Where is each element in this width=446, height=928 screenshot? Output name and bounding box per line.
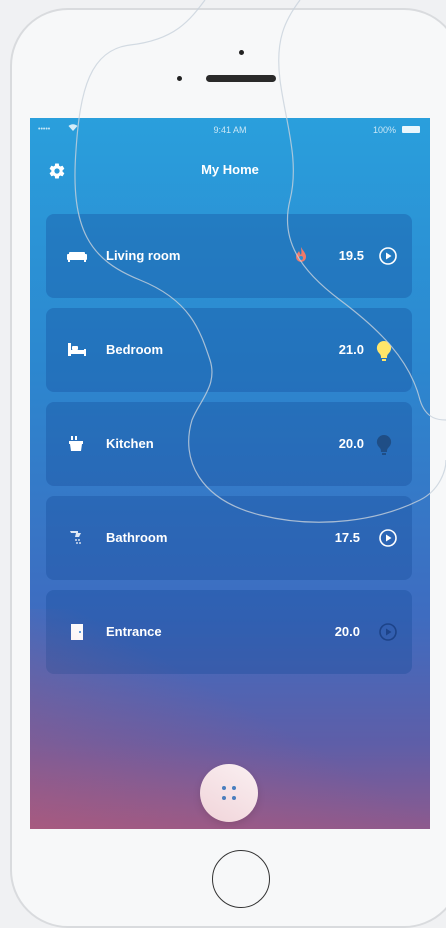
room-name: Living room xyxy=(106,248,181,263)
room-card-entrance[interactable]: Entrance 20.0 xyxy=(46,590,412,674)
room-temperature: 20.0 xyxy=(334,624,360,639)
lightbulb-icon[interactable] xyxy=(376,340,396,361)
earpiece-speaker xyxy=(206,75,276,82)
shower-icon xyxy=(66,528,86,548)
front-camera xyxy=(239,50,244,55)
battery-icon xyxy=(402,126,420,133)
lightbulb-icon[interactable] xyxy=(376,434,396,455)
status-time: 9:41 AM xyxy=(213,125,247,135)
door-icon xyxy=(66,622,86,642)
play-icon[interactable] xyxy=(378,622,398,642)
status-bar: ••••• 9:41 AM 100% xyxy=(30,118,430,140)
menu-dot xyxy=(222,786,226,790)
play-icon[interactable] xyxy=(378,528,398,548)
room-name: Bathroom xyxy=(106,530,168,545)
page-title: My Home xyxy=(201,162,259,177)
room-temperature: 19.5 xyxy=(338,248,364,263)
proximity-sensor xyxy=(177,76,182,81)
sofa-icon xyxy=(66,246,87,266)
menu-dot xyxy=(232,786,236,790)
room-card-kitchen[interactable]: Kitchen 20.0 xyxy=(46,402,412,486)
menu-button[interactable] xyxy=(200,764,258,822)
room-name: Kitchen xyxy=(106,436,154,451)
room-temperature: 21.0 xyxy=(338,342,364,357)
room-card-bedroom[interactable]: Bedroom 21.0 xyxy=(46,308,412,392)
app-screen: ••••• 9:41 AM 100% My Home Living room 1… xyxy=(30,118,430,829)
pot-icon xyxy=(66,434,86,454)
room-temperature: 20.0 xyxy=(338,436,364,451)
flame-icon xyxy=(294,246,314,266)
play-icon[interactable] xyxy=(378,246,398,266)
menu-dot xyxy=(222,796,226,800)
battery-percent: 100% xyxy=(372,125,396,135)
menu-dot xyxy=(232,796,236,800)
room-card-living-room[interactable]: Living room 19.5 xyxy=(46,214,412,298)
room-name: Bedroom xyxy=(106,342,164,357)
room-card-bathroom[interactable]: Bathroom 17.5 xyxy=(46,496,412,580)
room-name: Entrance xyxy=(106,624,162,639)
room-temperature: 17.5 xyxy=(334,530,360,545)
bed-icon xyxy=(66,340,86,360)
home-button[interactable] xyxy=(212,850,270,908)
